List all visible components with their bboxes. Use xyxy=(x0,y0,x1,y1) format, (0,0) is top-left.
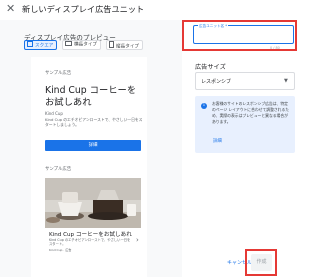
sample-label: サンプル広告 xyxy=(45,167,72,172)
highlight-box xyxy=(245,249,277,276)
square-icon xyxy=(27,41,33,47)
ad-size-value: レスポンシブ xyxy=(201,79,232,85)
info-text: お客様のサイトのレスポンシブ広告は、特定のページ レイアウトに合わせて調整される… xyxy=(212,101,290,124)
close-icon[interactable]: ✕ xyxy=(6,3,15,15)
chip-label: 横長タイプ xyxy=(74,42,97,48)
ad-description: Kind Cup のエチオピアンローストで、やさしい一日をスタートしましょう。 xyxy=(45,117,143,128)
ad-image xyxy=(45,178,141,228)
tall-icon xyxy=(109,41,114,48)
ad-headline: Kind Cup コーヒーをお試しあれ xyxy=(45,85,137,108)
ad-details-button[interactable]: 詳細 xyxy=(45,140,141,151)
highlight-box xyxy=(182,20,297,51)
chip-label: スクエア xyxy=(35,43,54,49)
chip-tall[interactable]: 縦長タイプ xyxy=(106,40,143,50)
chevron-right-icon[interactable]: › xyxy=(136,236,139,244)
ad-headline: Kind Cup コーヒーをお試しあれ xyxy=(49,232,132,238)
ad-brand: Kind Cup xyxy=(45,111,63,116)
dropdown-caret-icon[interactable]: ▼ xyxy=(284,78,288,84)
page-title: 新しいディスプレイ広告ユニット xyxy=(22,4,145,14)
info-details-link[interactable]: 詳細 xyxy=(213,138,222,144)
ad-size-label: 広告サイズ xyxy=(195,64,226,71)
chip-wide[interactable]: 横長タイプ xyxy=(62,40,101,50)
ad-url: Kind Cup · 広告 xyxy=(49,248,72,252)
ad-description: Kind Cup のエチオピアンローストで、やさしい一日をスタート。 xyxy=(49,238,131,247)
info-icon: i xyxy=(201,103,207,109)
chip-square[interactable]: スクエア xyxy=(24,40,58,50)
sample-label: サンプル広告 xyxy=(45,71,72,76)
chip-label: 縦長タイプ xyxy=(116,44,139,50)
wide-icon xyxy=(65,41,72,46)
